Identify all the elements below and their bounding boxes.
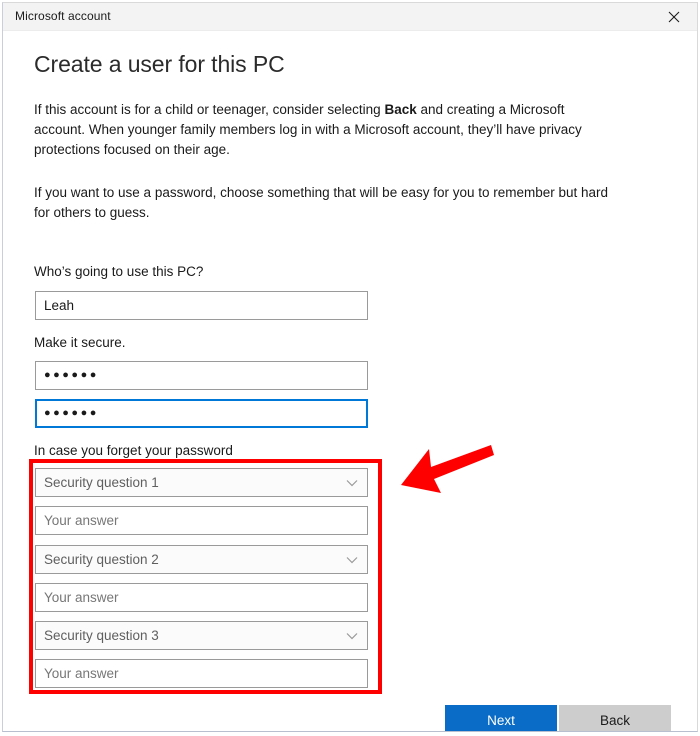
security-questions-label: In case you forget your password <box>34 443 233 458</box>
close-button[interactable] <box>651 3 697 30</box>
page-title: Create a user for this PC <box>34 51 285 77</box>
security-answer-3-placeholder: Your answer <box>44 666 119 681</box>
close-icon <box>668 11 680 22</box>
username-input[interactable]: Leah <box>35 291 368 320</box>
security-question-1-dropdown[interactable]: Security question 1 <box>35 468 368 497</box>
security-answer-1-placeholder: Your answer <box>44 513 119 528</box>
security-answer-2-placeholder: Your answer <box>44 590 119 605</box>
intro-text-bold-back: Back <box>384 102 417 117</box>
chevron-down-icon <box>346 632 358 639</box>
security-answer-3-input[interactable]: Your answer <box>35 659 368 688</box>
title-bar: Microsoft account <box>3 3 697 31</box>
security-question-3-dropdown[interactable]: Security question 3 <box>35 621 368 650</box>
dialog-content: Create a user for this PC If this accoun… <box>3 31 697 731</box>
security-answer-2-input[interactable]: Your answer <box>35 583 368 612</box>
intro-text-part-1: If this account is for a child or teenag… <box>34 102 385 117</box>
security-question-1-value: Security question 1 <box>44 475 159 490</box>
password-label: Make it secure. <box>34 335 126 350</box>
security-question-2-value: Security question 2 <box>44 552 159 567</box>
security-question-2-dropdown[interactable]: Security question 2 <box>35 545 368 574</box>
chevron-down-icon <box>346 556 358 563</box>
password-confirm-input[interactable]: ●●●●●● <box>35 399 368 428</box>
window-title: Microsoft account <box>15 9 111 23</box>
security-answer-1-input[interactable]: Your answer <box>35 506 368 535</box>
back-button[interactable]: Back <box>559 705 671 731</box>
password-input[interactable]: ●●●●●● <box>35 361 368 390</box>
username-label: Who’s going to use this PC? <box>34 264 204 279</box>
password-value: ●●●●●● <box>44 369 99 381</box>
username-value: Leah <box>44 298 75 313</box>
microsoft-account-dialog: Microsoft account Create a user for this… <box>2 2 698 732</box>
next-button[interactable]: Next <box>445 705 557 731</box>
security-question-3-value: Security question 3 <box>44 628 159 643</box>
password-confirm-value: ●●●●●● <box>44 407 99 419</box>
intro-paragraph-password-tip: If you want to use a password, choose so… <box>34 185 609 220</box>
chevron-down-icon <box>346 479 358 486</box>
intro-paragraph-child-account: If this account is for a child or teenag… <box>34 100 609 160</box>
annotation-arrow-icon <box>401 445 494 493</box>
